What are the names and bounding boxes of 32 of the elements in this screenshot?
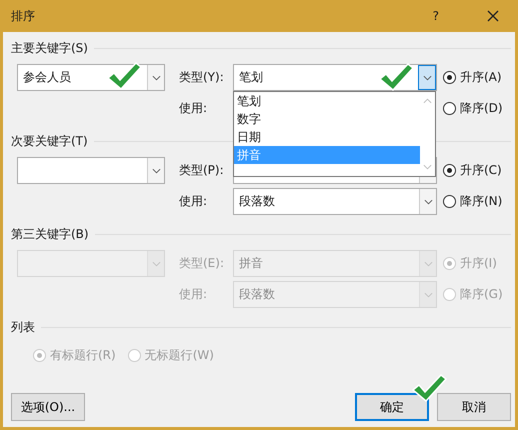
using-label: 使用: bbox=[178, 286, 208, 303]
dialog-button[interactable]: 选项(O)... bbox=[11, 393, 85, 421]
type-label: 类型(E): bbox=[178, 255, 225, 272]
section-heading: 次要关键字(T) bbox=[11, 132, 88, 150]
dialog-button[interactable]: 取消 bbox=[437, 393, 511, 421]
dropdown-option[interactable]: 日期 bbox=[234, 128, 420, 146]
scroll-up-icon[interactable] bbox=[423, 98, 432, 104]
sort-key-combobox[interactable] bbox=[17, 157, 165, 184]
sort-key-combobox[interactable]: 参会人员 bbox=[17, 64, 165, 91]
scroll-down-icon[interactable] bbox=[423, 164, 432, 170]
radio-label[interactable]: 升序(C) bbox=[460, 162, 502, 179]
dropdown-option[interactable]: 笔划 bbox=[234, 92, 420, 110]
radio-label[interactable]: 降序(D) bbox=[460, 100, 503, 116]
radio-button[interactable] bbox=[443, 102, 456, 114]
radio-button[interactable] bbox=[443, 164, 456, 177]
type-label: 类型(Y): bbox=[178, 69, 225, 86]
dialog-button[interactable]: 确定 bbox=[355, 393, 429, 421]
radio-button[interactable] bbox=[443, 71, 456, 84]
section-heading: 第三关键字(B) bbox=[11, 226, 89, 242]
close-icon[interactable] bbox=[487, 10, 499, 22]
dropdown-option[interactable]: 数字 bbox=[234, 110, 420, 128]
type-label: 类型(P): bbox=[178, 162, 225, 179]
radio-label[interactable]: 升序(A) bbox=[460, 69, 502, 86]
radio-label[interactable]: 降序(N) bbox=[460, 192, 502, 210]
window-title: 排序 bbox=[11, 8, 36, 24]
using-label: 使用: bbox=[178, 193, 208, 210]
using-label: 使用: bbox=[178, 100, 208, 117]
section-heading: 列表 bbox=[11, 318, 35, 336]
section-heading: 主要关键字(S) bbox=[11, 40, 88, 56]
help-button[interactable]: ? bbox=[432, 9, 439, 23]
using-combobox[interactable]: 段落数 bbox=[233, 188, 437, 215]
radio-button[interactable] bbox=[443, 194, 456, 208]
